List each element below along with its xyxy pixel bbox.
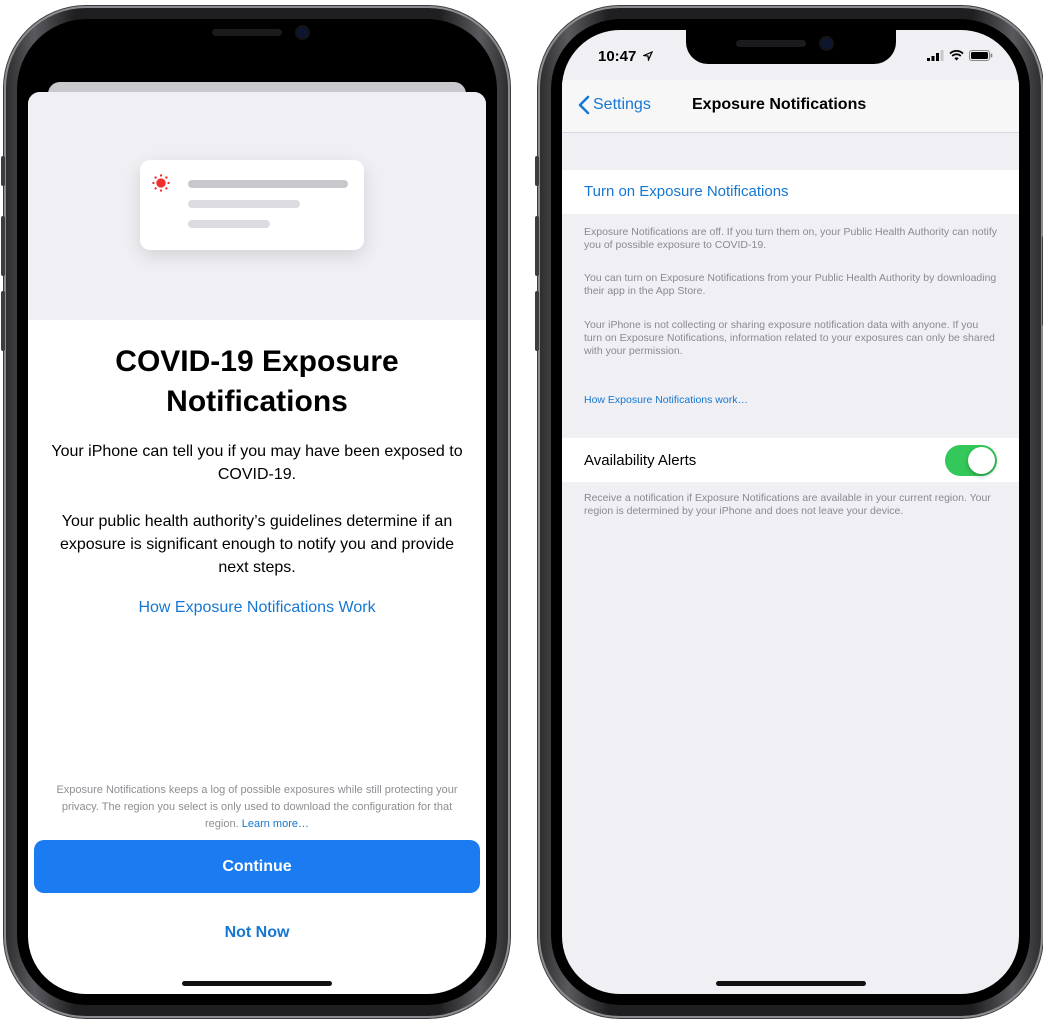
time-text: 10:47 [598, 48, 637, 65]
availability-alerts-cell: Availability Alerts [562, 438, 1019, 482]
status-time: 10:47 [598, 48, 653, 65]
footnote-privacy: Your iPhone is not collecting or sharing… [584, 319, 995, 357]
turn-on-exposure-link[interactable]: Turn on Exposure Notifications [584, 183, 789, 200]
continue-button[interactable]: Continue [34, 840, 480, 893]
back-button[interactable]: Settings [578, 95, 651, 115]
footnote-availability: Receive a notification if Exposure Notif… [584, 492, 991, 517]
speaker-grille [735, 40, 806, 47]
placeholder-line [188, 180, 348, 188]
how-it-works-link[interactable]: How Exposure Notifications Work [28, 599, 486, 617]
availability-alerts-label: Availability Alerts [584, 452, 697, 469]
how-it-works-link[interactable]: How Exposure Notifications work… [584, 394, 748, 406]
location-arrow-icon [641, 50, 653, 63]
toggle-knob [968, 447, 995, 474]
front-camera [297, 27, 308, 38]
nav-title: Exposure Notifications [692, 96, 867, 113]
volume-up-button [1, 216, 5, 276]
learn-more-link[interactable]: Learn more… [242, 818, 309, 830]
footnote-status: Exposure Notifications are off. If you t… [584, 226, 998, 251]
footnote-app-store: You can turn on Exposure Notifications f… [584, 272, 997, 297]
status-icons [927, 50, 993, 61]
exposure-onboarding-sheet: COVID-19 Exposure Notifications Your iPh… [28, 92, 486, 994]
front-camera [820, 38, 832, 49]
notification-card-illustration [140, 160, 364, 250]
volume-down-button [535, 291, 539, 351]
navigation-bar: Settings Exposure Notifications [562, 80, 1019, 133]
chevron-left-icon [578, 95, 590, 115]
settings-screen: 10:47 Settings Exposure Notifications Tu… [562, 30, 1019, 994]
placeholder-line [188, 220, 270, 228]
left-phone: COVID-19 Exposure Notifications Your iPh… [1, 6, 510, 1018]
hero-illustration [28, 92, 486, 320]
back-label: Settings [593, 96, 651, 113]
intro-paragraph: Your iPhone can tell you if you may have… [51, 443, 463, 483]
home-indicator[interactable] [182, 981, 332, 986]
turn-on-cell[interactable]: Turn on Exposure Notifications [562, 170, 1019, 214]
availability-alerts-toggle[interactable] [945, 445, 997, 476]
mute-switch [1, 156, 5, 186]
placeholder-line [188, 200, 300, 208]
guidelines-paragraph: Your public health authority’s guideline… [59, 513, 455, 576]
mute-switch [535, 156, 539, 186]
home-indicator[interactable] [715, 981, 866, 986]
onboarding-screen: COVID-19 Exposure Notifications Your iPh… [28, 30, 486, 994]
volume-up-button [535, 216, 539, 276]
volume-down-button [1, 291, 5, 351]
notch [685, 30, 896, 64]
wifi-icon [949, 50, 964, 61]
not-now-button[interactable]: Not Now [28, 924, 486, 942]
page-title: COVID-19 Exposure Notifications [115, 345, 399, 418]
privacy-fine-print: Exposure Notifications keeps a log of po… [50, 782, 464, 833]
signal-icon [927, 50, 944, 61]
virus-icon [152, 174, 170, 192]
battery-icon [969, 50, 993, 61]
right-phone: 10:47 Settings Exposure Notifications Tu… [535, 6, 1043, 1018]
speaker-grille [212, 29, 282, 36]
